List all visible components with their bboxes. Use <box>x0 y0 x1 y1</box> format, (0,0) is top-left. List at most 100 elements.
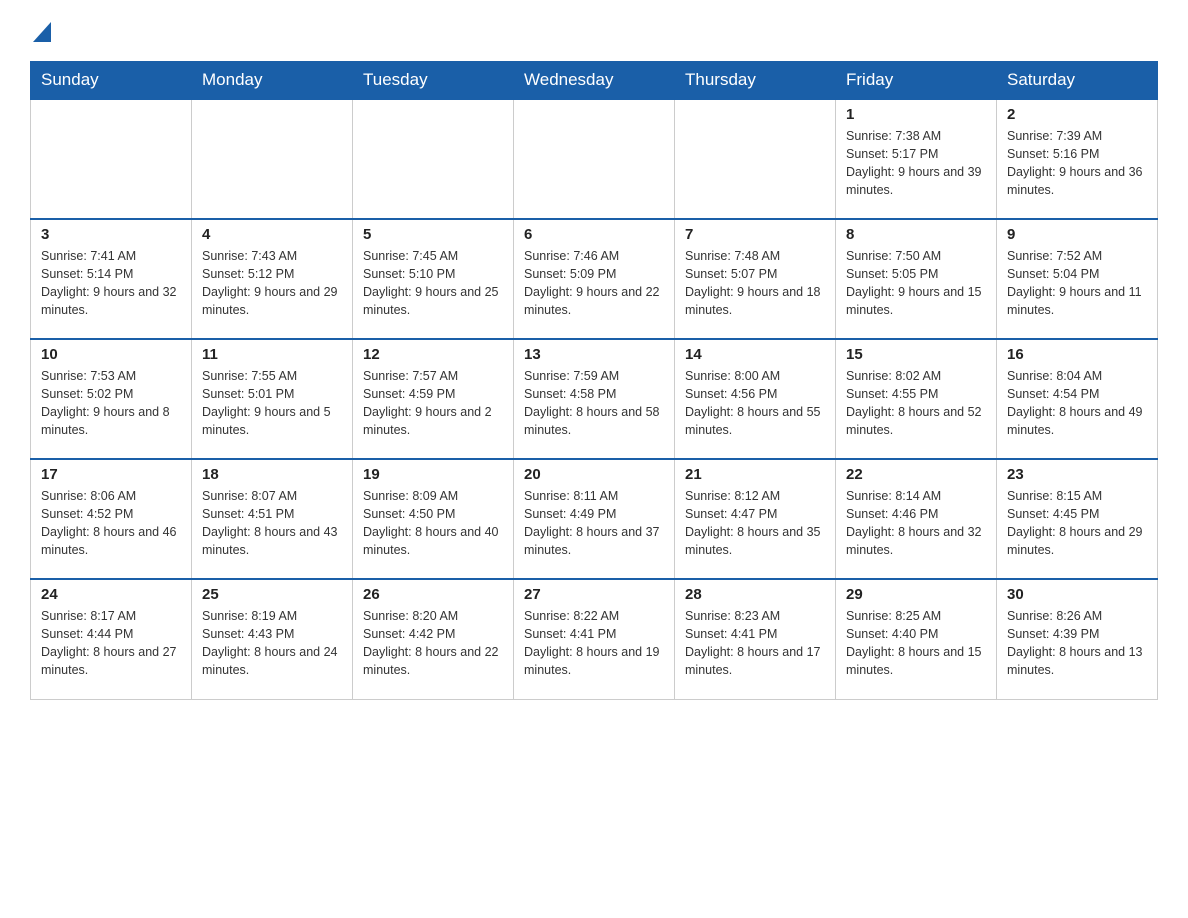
calendar-cell: 17 Sunrise: 8:06 AM Sunset: 4:52 PM Dayli… <box>31 459 192 579</box>
logo-triangle-icon <box>33 22 51 42</box>
day-number: 20 <box>524 466 664 483</box>
day-number: 8 <box>846 226 986 243</box>
calendar-cell: 18 Sunrise: 8:07 AM Sunset: 4:51 PM Dayli… <box>192 459 353 579</box>
calendar-cell <box>31 99 192 219</box>
day-number: 21 <box>685 466 825 483</box>
calendar-cell: 26Sunrise: 8:20 AM Sunset: 4:42 PM Dayli… <box>353 579 514 699</box>
day-number: 15 <box>846 346 986 363</box>
day-info: Sunrise: 7:38 AM Sunset: 5:17 PM Dayligh… <box>846 127 986 200</box>
day-number: 17 <box>41 466 181 483</box>
day-info: Sunrise: 8:19 AM Sunset: 4:43 PM Dayligh… <box>202 607 342 680</box>
day-info: Sunrise: 7:59 AM Sunset: 4:58 PM Dayligh… <box>524 367 664 440</box>
calendar-cell: 9 Sunrise: 7:52 AM Sunset: 5:04 PM Daylig… <box>997 219 1158 339</box>
calendar-cell: 2 Sunrise: 7:39 AM Sunset: 5:16 PM Daylig… <box>997 99 1158 219</box>
calendar-cell: 21 Sunrise: 8:12 AM Sunset: 4:47 PM Dayli… <box>675 459 836 579</box>
day-info: Sunrise: 8:15 AM Sunset: 4:45 PM Dayligh… <box>1007 487 1147 560</box>
day-number: 7 <box>685 226 825 243</box>
day-number: 18 <box>202 466 342 483</box>
day-info: Sunrise: 8:26 AM Sunset: 4:39 PM Dayligh… <box>1007 607 1147 680</box>
calendar-cell: 1 Sunrise: 7:38 AM Sunset: 5:17 PM Daylig… <box>836 99 997 219</box>
page-header <box>30 20 1158 43</box>
day-number: 16 <box>1007 346 1147 363</box>
day-number: 24 <box>41 586 181 603</box>
day-info: Sunrise: 7:55 AM Sunset: 5:01 PM Dayligh… <box>202 367 342 440</box>
day-info: Sunrise: 7:39 AM Sunset: 5:16 PM Dayligh… <box>1007 127 1147 200</box>
day-info: Sunrise: 7:53 AM Sunset: 5:02 PM Dayligh… <box>41 367 181 440</box>
calendar-cell: 28 Sunrise: 8:23 AM Sunset: 4:41 PM Dayli… <box>675 579 836 699</box>
day-number: 5 <box>363 226 503 243</box>
day-info: Sunrise: 7:48 AM Sunset: 5:07 PM Dayligh… <box>685 247 825 320</box>
day-info: Sunrise: 8:25 AM Sunset: 4:40 PM Dayligh… <box>846 607 986 680</box>
calendar-cell: 14 Sunrise: 8:00 AM Sunset: 4:56 PM Dayli… <box>675 339 836 459</box>
calendar-cell <box>353 99 514 219</box>
day-info: Sunrise: 8:12 AM Sunset: 4:47 PM Dayligh… <box>685 487 825 560</box>
logo-line1 <box>30 20 51 47</box>
day-info: Sunrise: 8:14 AM Sunset: 4:46 PM Dayligh… <box>846 487 986 560</box>
calendar-cell <box>514 99 675 219</box>
logo <box>30 20 51 43</box>
day-number: 14 <box>685 346 825 363</box>
day-number: 25 <box>202 586 342 603</box>
day-info: Sunrise: 8:11 AM Sunset: 4:49 PM Dayligh… <box>524 487 664 560</box>
day-info: Sunrise: 8:07 AM Sunset: 4:51 PM Dayligh… <box>202 487 342 560</box>
calendar-cell: 24 Sunrise: 8:17 AM Sunset: 4:44 PM Dayli… <box>31 579 192 699</box>
day-info: Sunrise: 7:41 AM Sunset: 5:14 PM Dayligh… <box>41 247 181 320</box>
day-info: Sunrise: 8:06 AM Sunset: 4:52 PM Dayligh… <box>41 487 181 560</box>
day-number: 1 <box>846 106 986 123</box>
calendar-cell: 4Sunrise: 7:43 AM Sunset: 5:12 PM Daylig… <box>192 219 353 339</box>
day-info: Sunrise: 8:17 AM Sunset: 4:44 PM Dayligh… <box>41 607 181 680</box>
day-info: Sunrise: 8:22 AM Sunset: 4:41 PM Dayligh… <box>524 607 664 680</box>
calendar-week-row: 1 Sunrise: 7:38 AM Sunset: 5:17 PM Daylig… <box>31 99 1158 219</box>
calendar-cell: 3 Sunrise: 7:41 AM Sunset: 5:14 PM Daylig… <box>31 219 192 339</box>
calendar-week-row: 3 Sunrise: 7:41 AM Sunset: 5:14 PM Daylig… <box>31 219 1158 339</box>
calendar-cell: 13 Sunrise: 7:59 AM Sunset: 4:58 PM Dayli… <box>514 339 675 459</box>
day-number: 26 <box>363 586 503 603</box>
calendar-week-row: 10 Sunrise: 7:53 AM Sunset: 5:02 PM Dayli… <box>31 339 1158 459</box>
column-header-friday: Friday <box>836 62 997 100</box>
calendar-cell: 12Sunrise: 7:57 AM Sunset: 4:59 PM Dayli… <box>353 339 514 459</box>
day-number: 12 <box>363 346 503 363</box>
calendar-cell: 20 Sunrise: 8:11 AM Sunset: 4:49 PM Dayli… <box>514 459 675 579</box>
calendar-cell: 15 Sunrise: 8:02 AM Sunset: 4:55 PM Dayli… <box>836 339 997 459</box>
calendar-cell: 8Sunrise: 7:50 AM Sunset: 5:05 PM Daylig… <box>836 219 997 339</box>
day-number: 4 <box>202 226 342 243</box>
calendar-cell: 6Sunrise: 7:46 AM Sunset: 5:09 PM Daylig… <box>514 219 675 339</box>
calendar-cell: 25 Sunrise: 8:19 AM Sunset: 4:43 PM Dayli… <box>192 579 353 699</box>
day-number: 23 <box>1007 466 1147 483</box>
day-number: 27 <box>524 586 664 603</box>
day-number: 9 <box>1007 226 1147 243</box>
calendar-cell <box>675 99 836 219</box>
calendar-cell: 16 Sunrise: 8:04 AM Sunset: 4:54 PM Dayli… <box>997 339 1158 459</box>
calendar-cell: 23 Sunrise: 8:15 AM Sunset: 4:45 PM Dayli… <box>997 459 1158 579</box>
day-number: 13 <box>524 346 664 363</box>
day-number: 28 <box>685 586 825 603</box>
calendar-cell: 27 Sunrise: 8:22 AM Sunset: 4:41 PM Dayli… <box>514 579 675 699</box>
day-info: Sunrise: 8:00 AM Sunset: 4:56 PM Dayligh… <box>685 367 825 440</box>
day-info: Sunrise: 8:02 AM Sunset: 4:55 PM Dayligh… <box>846 367 986 440</box>
calendar-cell: 19Sunrise: 8:09 AM Sunset: 4:50 PM Dayli… <box>353 459 514 579</box>
column-header-thursday: Thursday <box>675 62 836 100</box>
day-number: 29 <box>846 586 986 603</box>
day-number: 6 <box>524 226 664 243</box>
calendar-table: SundayMondayTuesdayWednesdayThursdayFrid… <box>30 61 1158 700</box>
column-header-wednesday: Wednesday <box>514 62 675 100</box>
day-number: 3 <box>41 226 181 243</box>
day-info: Sunrise: 8:04 AM Sunset: 4:54 PM Dayligh… <box>1007 367 1147 440</box>
calendar-cell: 22 Sunrise: 8:14 AM Sunset: 4:46 PM Dayli… <box>836 459 997 579</box>
day-number: 19 <box>363 466 503 483</box>
calendar-week-row: 24 Sunrise: 8:17 AM Sunset: 4:44 PM Dayli… <box>31 579 1158 699</box>
day-info: Sunrise: 8:23 AM Sunset: 4:41 PM Dayligh… <box>685 607 825 680</box>
day-number: 22 <box>846 466 986 483</box>
day-number: 10 <box>41 346 181 363</box>
column-header-saturday: Saturday <box>997 62 1158 100</box>
day-info: Sunrise: 7:52 AM Sunset: 5:04 PM Dayligh… <box>1007 247 1147 320</box>
column-header-monday: Monday <box>192 62 353 100</box>
day-number: 11 <box>202 346 342 363</box>
calendar-cell: 10 Sunrise: 7:53 AM Sunset: 5:02 PM Dayli… <box>31 339 192 459</box>
day-number: 2 <box>1007 106 1147 123</box>
calendar-cell: 30Sunrise: 8:26 AM Sunset: 4:39 PM Dayli… <box>997 579 1158 699</box>
day-info: Sunrise: 7:45 AM Sunset: 5:10 PM Dayligh… <box>363 247 503 320</box>
column-header-tuesday: Tuesday <box>353 62 514 100</box>
calendar-cell: 5 Sunrise: 7:45 AM Sunset: 5:10 PM Daylig… <box>353 219 514 339</box>
calendar-cell: 7 Sunrise: 7:48 AM Sunset: 5:07 PM Daylig… <box>675 219 836 339</box>
